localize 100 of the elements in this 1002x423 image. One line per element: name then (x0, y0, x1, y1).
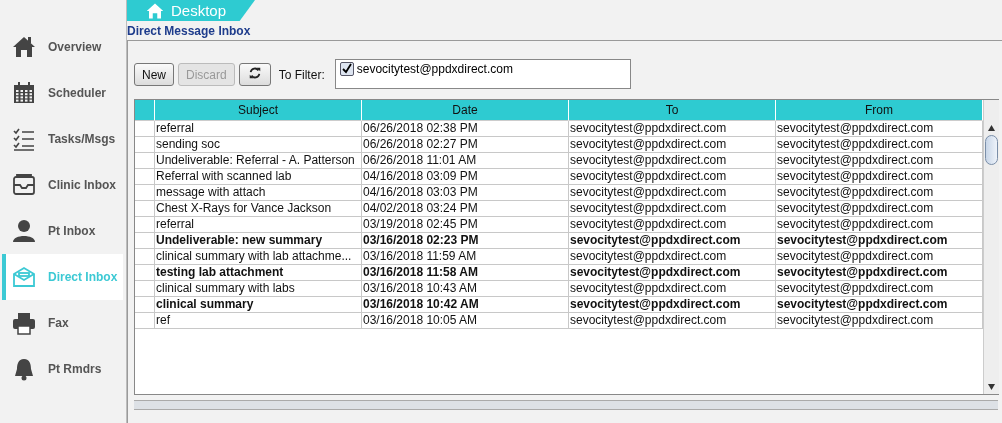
row-header-cell[interactable] (135, 217, 155, 233)
table-cell: 04/16/2018 03:09 PM (362, 169, 569, 185)
row-header-cell[interactable] (135, 281, 155, 297)
table-cell: clinical summary with lab attachme... (155, 249, 362, 265)
table-cell: 06/26/2018 02:38 PM (362, 121, 569, 137)
table-cell: sevocitytest@ppdxdirect.com (569, 313, 776, 329)
printer-icon (12, 311, 36, 335)
table-cell: referral (155, 217, 362, 233)
row-header-cell[interactable] (135, 265, 155, 281)
table-cell: sevocitytest@ppdxdirect.com (569, 217, 776, 233)
table-cell: sevocitytest@ppdxdirect.com (776, 313, 983, 329)
tray-icon (12, 173, 36, 197)
table-cell: sevocitytest@ppdxdirect.com (776, 281, 983, 297)
refresh-button[interactable] (238, 63, 271, 86)
table-cell: Referral with scanned lab (155, 169, 362, 185)
column-header[interactable]: To (569, 100, 776, 121)
home-icon (145, 1, 165, 20)
row-header-cell[interactable] (135, 249, 155, 265)
scroll-thumb[interactable] (985, 135, 998, 165)
sidebar-label: Direct Inbox (48, 270, 118, 284)
sidebar-item[interactable]: Scheduler (2, 70, 123, 116)
table-cell: 03/16/2018 10:05 AM (362, 313, 569, 329)
table-cell: sevocitytest@ppdxdirect.com (569, 201, 776, 217)
table-cell: referral (155, 121, 362, 137)
table-cell: Chest X-Rays for Vance Jackson (155, 201, 362, 217)
checkbox[interactable] (339, 62, 354, 76)
sidebar-item[interactable]: Pt Rmdrs (2, 346, 123, 392)
splitter[interactable] (134, 400, 998, 410)
row-header-cell[interactable] (135, 313, 155, 329)
table-cell: sevocitytest@ppdxdirect.com (569, 281, 776, 297)
filter-label: To Filter: (278, 68, 325, 82)
sidebar-label: Clinic Inbox (48, 178, 116, 192)
table-cell: sevocitytest@ppdxdirect.com (569, 169, 776, 185)
table-cell: 06/26/2018 11:01 AM (362, 153, 569, 169)
table-cell: sevocitytest@ppdxdirect.com (776, 153, 983, 169)
table-cell: clinical summary (155, 297, 362, 313)
sidebar-label: Fax (48, 316, 69, 330)
row-header-cell[interactable] (135, 185, 155, 201)
table-cell: 03/16/2018 10:43 AM (362, 281, 569, 297)
row-header-cell[interactable] (135, 153, 155, 169)
sidebar-label: Tasks/Msgs (48, 132, 116, 146)
table-cell: 03/16/2018 02:23 PM (362, 233, 569, 249)
toolbar-button[interactable]: New (134, 63, 174, 86)
sidebar-item[interactable]: Pt Inbox (2, 208, 123, 254)
sidebar-item[interactable]: Tasks/Msgs (2, 116, 123, 162)
table-cell: Undeliverable: Referral - A. Patterson (155, 153, 362, 169)
table-cell: 04/02/2018 03:24 PM (362, 201, 569, 217)
sidebar-item[interactable]: Fax (2, 300, 123, 346)
bell-icon (12, 357, 36, 381)
table-cell: 06/26/2018 02:27 PM (362, 137, 569, 153)
calendar-icon (12, 81, 36, 105)
table-cell: Undeliverable: new summary (155, 233, 362, 249)
table-cell: 03/16/2018 11:59 AM (362, 249, 569, 265)
sidebar-label: Overview (48, 40, 102, 54)
column-header[interactable]: Date (362, 100, 569, 121)
table-cell: sevocitytest@ppdxdirect.com (776, 169, 983, 185)
table-cell: sevocitytest@ppdxdirect.com (776, 297, 983, 313)
row-header-cell[interactable] (135, 233, 155, 249)
sidebar-item[interactable]: Overview (2, 24, 123, 70)
table-cell: sevocitytest@ppdxdirect.com (569, 137, 776, 153)
column-header[interactable]: Subject (155, 100, 362, 121)
envelope-icon (12, 265, 36, 289)
table-cell: sevocitytest@ppdxdirect.com (776, 249, 983, 265)
table-cell: sevocitytest@ppdxdirect.com (776, 201, 983, 217)
sidebar-label: Pt Rmdrs (48, 362, 102, 376)
panel-title: Direct Message Inbox (127, 23, 252, 38)
table-cell: 03/16/2018 11:58 AM (362, 265, 569, 281)
row-header-cell[interactable] (135, 137, 155, 153)
table-cell: sending soc (155, 137, 362, 153)
row-header-cell[interactable] (135, 297, 155, 313)
sidebar-label: Scheduler (48, 86, 107, 100)
table-cell: 03/16/2018 10:42 AM (362, 297, 569, 313)
table-cell: 03/19/2018 02:45 PM (362, 217, 569, 233)
table-cell: sevocitytest@ppdxdirect.com (569, 233, 776, 249)
scrollbar[interactable] (983, 100, 999, 394)
column-header[interactable]: From (776, 100, 983, 121)
table-cell: testing lab attachment (155, 265, 362, 281)
sidebar-item[interactable]: Clinic Inbox (2, 162, 123, 208)
table-cell: ref (155, 313, 362, 329)
checklist-icon (12, 127, 36, 151)
row-header-cell[interactable] (135, 121, 155, 137)
table-cell: 04/16/2018 03:03 PM (362, 185, 569, 201)
table-cell: sevocitytest@ppdxdirect.com (776, 265, 983, 281)
row-header-cell[interactable] (135, 201, 155, 217)
person-icon (12, 219, 36, 243)
home-icon (12, 35, 36, 59)
table-cell: sevocitytest@ppdxdirect.com (569, 265, 776, 281)
table-cell: sevocitytest@ppdxdirect.com (569, 153, 776, 169)
table-cell: sevocitytest@ppdxdirect.com (569, 297, 776, 313)
sidebar-label: Pt Inbox (48, 224, 96, 238)
table-cell: sevocitytest@ppdxdirect.com (776, 217, 983, 233)
table-cell: sevocitytest@ppdxdirect.com (776, 233, 983, 249)
row-header-cell[interactable] (135, 169, 155, 185)
table-cell: sevocitytest@ppdxdirect.com (776, 185, 983, 201)
table-cell: clinical summary with labs (155, 281, 362, 297)
table-cell: sevocitytest@ppdxdirect.com (569, 121, 776, 137)
table-cell: message with attach (155, 185, 362, 201)
filter-email: sevocitytest@ppdxdirect.com (356, 62, 513, 76)
table-cell: sevocitytest@ppdxdirect.com (569, 185, 776, 201)
table-cell: sevocitytest@ppdxdirect.com (776, 137, 983, 153)
